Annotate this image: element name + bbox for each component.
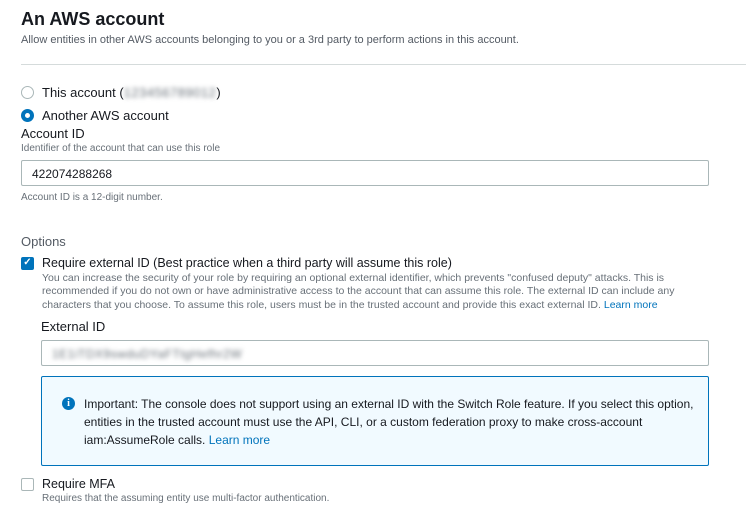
require-external-id-checkbox[interactable]: ✓ bbox=[21, 256, 34, 270]
section-title: An AWS account bbox=[21, 9, 165, 29]
require-external-id-label: Require external ID (Best practice when … bbox=[42, 256, 452, 270]
important-alert: i Important: The console does not suppor… bbox=[41, 376, 709, 466]
require-mfa-description: Requires that the assuming entity use mu… bbox=[42, 493, 330, 504]
another-account-radio[interactable]: Another AWS account bbox=[21, 108, 169, 123]
external-id-input[interactable]: 1E1iTDX9swduDYaFTtgHefhr2W bbox=[41, 340, 709, 366]
account-id-constraint: Account ID is a 12-digit number. bbox=[21, 192, 163, 203]
account-id-hint: Identifier of the account that can use t… bbox=[21, 143, 221, 154]
external-id-value-redacted: 1E1iTDX9swduDYaFTtgHefhr2W bbox=[52, 347, 243, 361]
this-account-label: This account (123456789012) bbox=[42, 85, 221, 100]
another-account-label: Another AWS account bbox=[42, 108, 169, 123]
this-account-id-redacted: 123456789012 bbox=[123, 85, 217, 100]
another-account-radio-button[interactable] bbox=[21, 109, 34, 122]
require-mfa-checkbox[interactable] bbox=[21, 477, 34, 491]
account-id-input[interactable]: 422074288268 bbox=[21, 160, 709, 186]
external-id-label: External ID bbox=[41, 319, 106, 334]
divider bbox=[21, 64, 746, 65]
this-account-radio-button[interactable] bbox=[21, 86, 34, 99]
section-description: Allow entities in other AWS accounts bel… bbox=[21, 34, 519, 46]
require-external-id-checkbox-row[interactable]: ✓ Require external ID (Best practice whe… bbox=[21, 256, 452, 270]
require-mfa-checkbox-row[interactable]: Require MFA bbox=[21, 477, 115, 491]
require-external-id-description: You can increase the security of your ro… bbox=[42, 272, 675, 311]
alert-learn-more-link[interactable]: Learn more bbox=[209, 433, 270, 447]
alert-text: Important: The console does not support … bbox=[84, 397, 694, 447]
options-heading: Options bbox=[21, 234, 66, 249]
check-icon: ✓ bbox=[23, 257, 32, 268]
account-id-value: 422074288268 bbox=[32, 167, 113, 181]
account-id-label: Account ID bbox=[21, 126, 85, 141]
info-icon: i bbox=[62, 397, 75, 410]
this-account-radio[interactable]: This account (123456789012) bbox=[21, 85, 221, 100]
require-mfa-label: Require MFA bbox=[42, 477, 115, 491]
external-id-learn-more-link[interactable]: Learn more bbox=[604, 299, 658, 311]
